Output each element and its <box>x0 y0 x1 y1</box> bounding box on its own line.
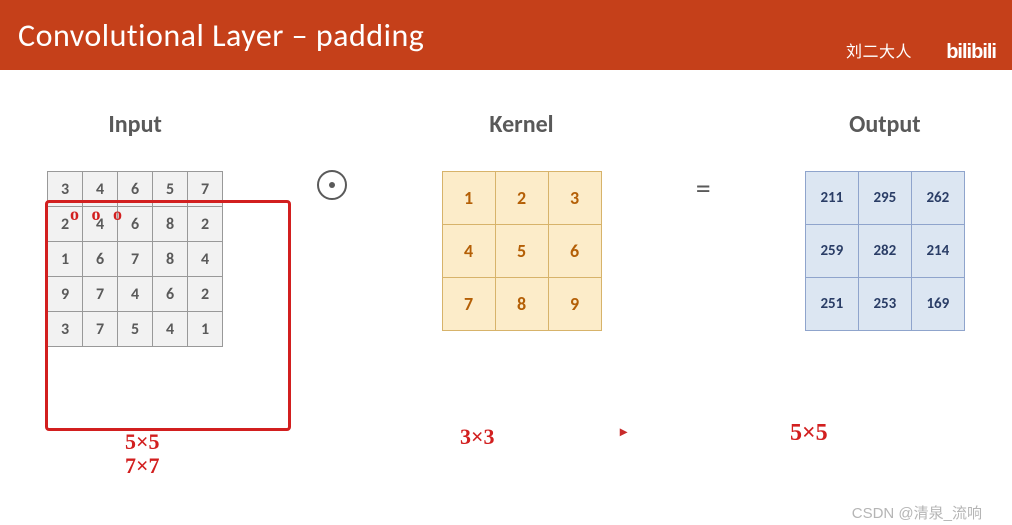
slide-title: Convolutional Layer – padding <box>18 16 424 55</box>
output-cell: 282 <box>858 225 911 278</box>
input-cell: 7 <box>83 277 118 312</box>
output-cell: 295 <box>858 172 911 225</box>
kernel-cell: 1 <box>442 172 495 225</box>
output-cell: 214 <box>911 225 964 278</box>
input-column: Input 3 4 6 5 7 2 4 6 8 2 1 6 7 8 4 <box>47 110 223 347</box>
input-cell: 4 <box>83 207 118 242</box>
input-cell: 3 <box>48 312 83 347</box>
input-cell: 4 <box>118 277 153 312</box>
output-grid: 211 295 262 259 282 214 251 253 169 <box>805 171 965 331</box>
handwritten-output-size: 5×5 <box>790 420 828 446</box>
kernel-cell: 6 <box>548 225 601 278</box>
input-cell: 4 <box>153 312 188 347</box>
kernel-column: Kernel 1 2 3 4 5 6 7 8 9 <box>442 110 602 331</box>
handwritten-input-size-7x7: 7×7 <box>125 453 160 478</box>
input-cell: 7 <box>188 172 223 207</box>
input-cell: 4 <box>83 172 118 207</box>
handwritten-input-size-5x5: 5×5 <box>125 429 160 454</box>
slide-author: 刘二大人 <box>846 38 912 62</box>
input-cell: 9 <box>48 277 83 312</box>
input-cell: 7 <box>83 312 118 347</box>
kernel-cell: 5 <box>495 225 548 278</box>
input-cell: 6 <box>118 207 153 242</box>
input-cell: 6 <box>83 242 118 277</box>
kernel-cell: 9 <box>548 278 601 331</box>
input-heading: Input <box>108 110 161 139</box>
input-cell: 6 <box>153 277 188 312</box>
output-cell: 211 <box>805 172 858 225</box>
input-cell: 5 <box>153 172 188 207</box>
handwritten-kernel-size: 3×3 <box>460 425 495 449</box>
output-cell: 253 <box>858 278 911 331</box>
kernel-cell: 3 <box>548 172 601 225</box>
kernel-heading: Kernel <box>489 110 553 139</box>
output-cell: 169 <box>911 278 964 331</box>
convolution-operator: ⊙ <box>317 170 347 200</box>
equals-operator: = <box>696 170 711 207</box>
output-heading: Output <box>849 110 921 139</box>
input-cell: 2 <box>48 207 83 242</box>
kernel-cell: 8 <box>495 278 548 331</box>
input-cell: 6 <box>118 172 153 207</box>
output-column: Output 211 295 262 259 282 214 251 253 1… <box>805 110 965 331</box>
input-cell: 1 <box>48 242 83 277</box>
input-cell: 4 <box>188 242 223 277</box>
slide-body: Input 3 4 6 5 7 2 4 6 8 2 1 6 7 8 4 <box>0 70 1012 347</box>
output-cell: 259 <box>805 225 858 278</box>
input-cell: 5 <box>118 312 153 347</box>
input-cell: 1 <box>188 312 223 347</box>
input-grid: 3 4 6 5 7 2 4 6 8 2 1 6 7 8 4 9 <box>47 171 223 347</box>
input-cell: 2 <box>188 207 223 242</box>
kernel-cell: 2 <box>495 172 548 225</box>
kernel-grid: 1 2 3 4 5 6 7 8 9 <box>442 171 602 331</box>
slide-header: Convolutional Layer – padding 刘二大人 bilib… <box>0 0 1012 70</box>
output-cell: 262 <box>911 172 964 225</box>
handwritten-input-sizes: 5×5 7×7 <box>125 430 160 478</box>
input-cell: 7 <box>118 242 153 277</box>
kernel-cell: 7 <box>442 278 495 331</box>
output-cell: 251 <box>805 278 858 331</box>
input-cell: 8 <box>153 207 188 242</box>
csdn-watermark: CSDN @清泉_流响 <box>852 502 982 523</box>
input-cell: 3 <box>48 172 83 207</box>
input-cell: 2 <box>188 277 223 312</box>
bilibili-logo: bilibili <box>946 41 996 64</box>
kernel-cell: 4 <box>442 225 495 278</box>
input-cell: 8 <box>153 242 188 277</box>
cursor-mark: ▸ <box>620 425 627 440</box>
